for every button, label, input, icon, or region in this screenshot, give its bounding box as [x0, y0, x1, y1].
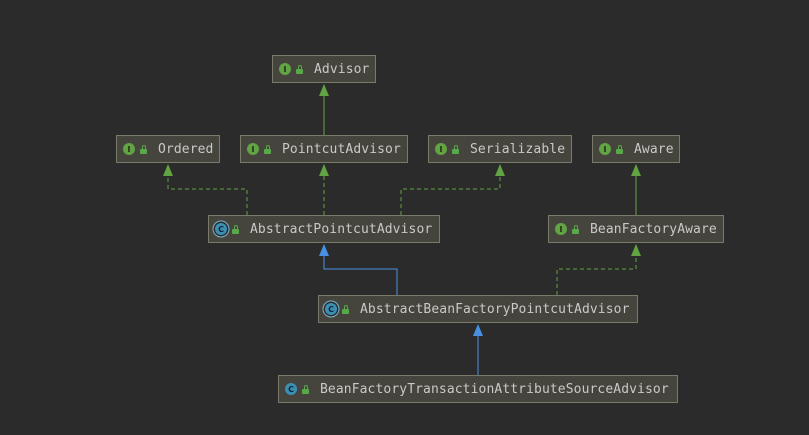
node-label: BeanFactoryAware [590, 221, 717, 237]
node-advisor[interactable]: I Advisor [272, 55, 376, 83]
node-bean-factory-transaction-attribute-source-advisor[interactable]: C BeanFactoryTransactionAttributeSourceA… [278, 375, 678, 403]
edge-beanfactorytransactionattributesourceadvisor-to-abstractbeanfactorypointcutadvisor [473, 324, 483, 375]
class-icon: C [285, 383, 297, 395]
node-label: Aware [634, 141, 674, 157]
interface-icon: I [123, 143, 135, 155]
node-label: Serializable [470, 141, 566, 157]
interface-icon: I [435, 143, 447, 155]
lock-icon [571, 224, 580, 234]
abstract-class-icon: C [325, 303, 337, 315]
abstract-class-icon: C [215, 223, 227, 235]
node-label: AbstractBeanFactoryPointcutAdvisor [360, 301, 630, 317]
lock-icon [615, 144, 624, 154]
lock-icon [301, 384, 310, 394]
uml-class-diagram: I Advisor I Ordered I PointcutAdvisor I … [0, 0, 809, 435]
node-label: AbstractPointcutAdvisor [250, 221, 433, 237]
node-label: PointcutAdvisor [282, 141, 401, 157]
node-abstract-bean-factory-pointcut-advisor[interactable]: C AbstractBeanFactoryPointcutAdvisor [318, 295, 638, 323]
lock-icon [139, 144, 148, 154]
node-serializable[interactable]: I Serializable [428, 135, 572, 163]
lock-icon [263, 144, 272, 154]
edge-abstractbeanfactorypointcutadvisor-to-abstractpointcutadvisor [319, 244, 398, 295]
lock-icon [341, 304, 350, 314]
node-label: Ordered [158, 141, 214, 157]
interface-icon: I [279, 63, 291, 75]
interface-icon: I [599, 143, 611, 155]
node-ordered[interactable]: I Ordered [116, 135, 220, 163]
edge-abstractbeanfactorypointcutadvisor-to-beanfactoryaware [556, 244, 641, 295]
edge-beanfactoryaware-to-aware [631, 164, 641, 215]
node-label: BeanFactoryTransactionAttributeSourceAdv… [320, 381, 669, 397]
node-pointcut-advisor[interactable]: I PointcutAdvisor [240, 135, 408, 163]
lock-icon [451, 144, 460, 154]
edge-abstractpointcutadvisor-to-pointcutadvisor [319, 164, 329, 215]
node-abstract-pointcut-advisor[interactable]: C AbstractPointcutAdvisor [208, 215, 440, 243]
node-aware[interactable]: I Aware [592, 135, 680, 163]
lock-icon [231, 224, 240, 234]
lock-icon [295, 64, 304, 74]
interface-icon: I [555, 223, 567, 235]
edge-abstractpointcutadvisor-to-ordered [163, 164, 248, 215]
interface-icon: I [247, 143, 259, 155]
node-label: Advisor [314, 61, 370, 77]
node-bean-factory-aware[interactable]: I BeanFactoryAware [548, 215, 724, 243]
edge-abstractpointcutadvisor-to-serializable [400, 164, 505, 215]
edge-pointcutadvisor-to-advisor [319, 84, 329, 135]
